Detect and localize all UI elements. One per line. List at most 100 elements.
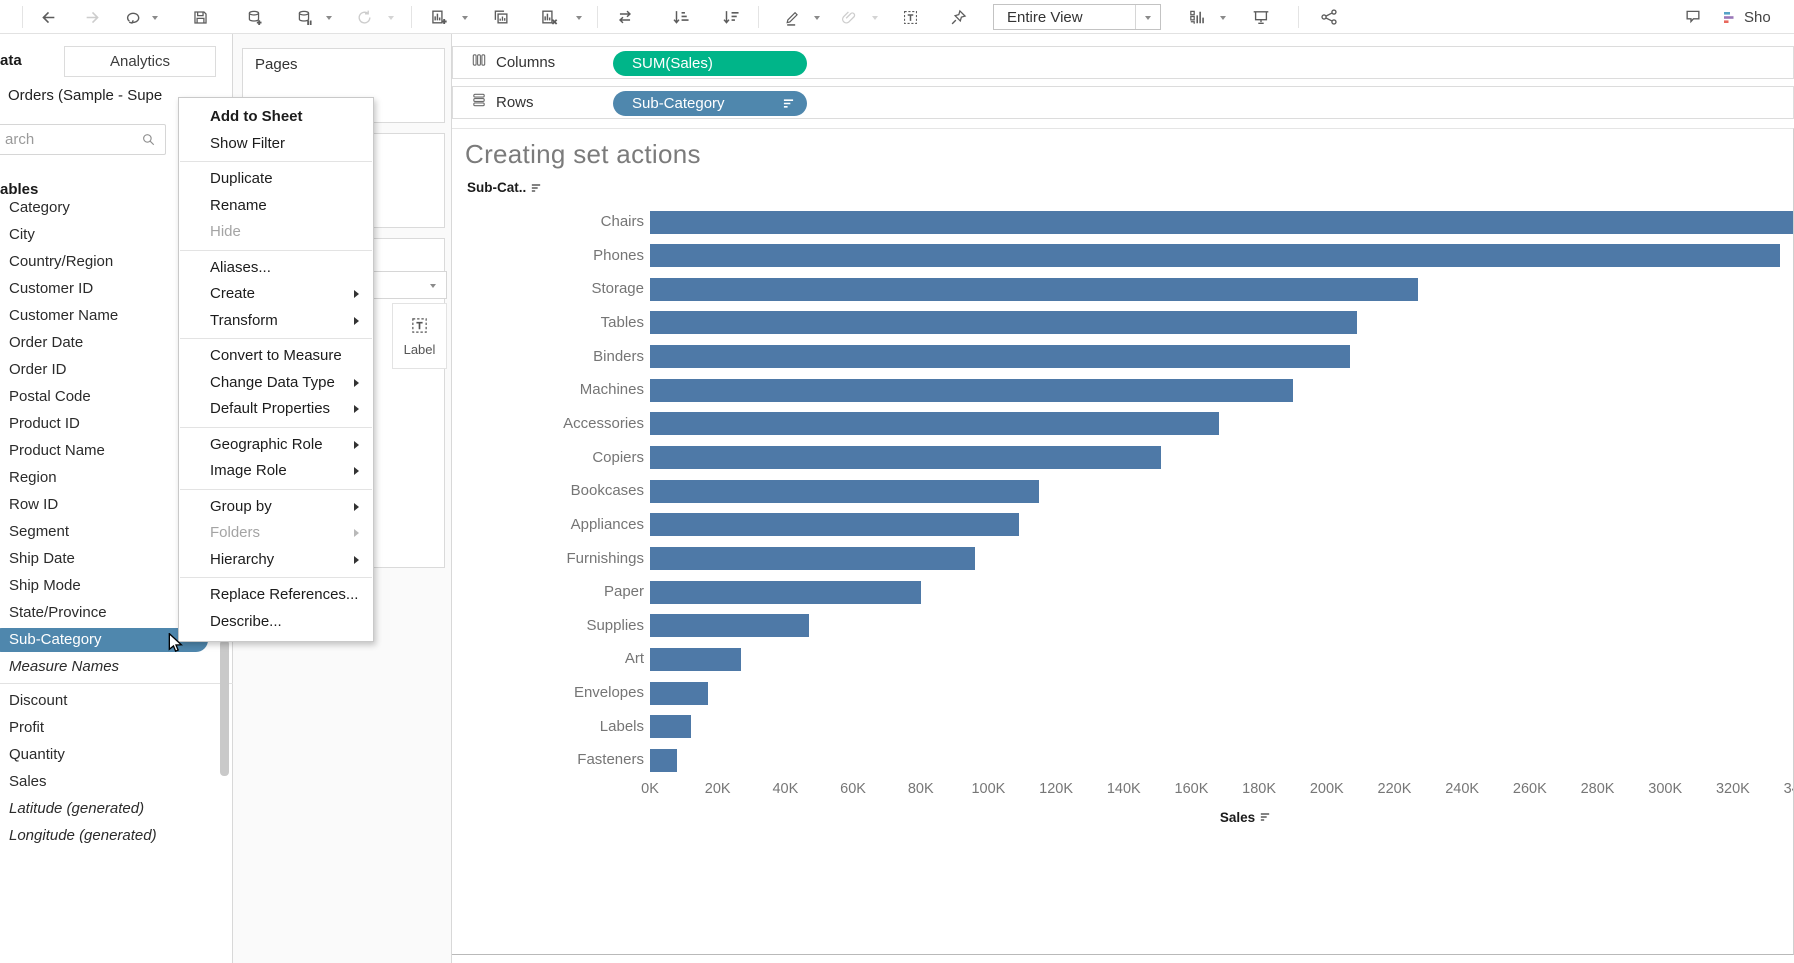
forward-icon[interactable] <box>84 0 101 34</box>
row-label-chairs[interactable]: Chairs <box>452 205 644 239</box>
field-measure-names[interactable]: Measure Names <box>0 653 233 680</box>
bar-accessories[interactable] <box>650 412 1219 435</box>
sort-descending-icon[interactable] <box>722 0 740 34</box>
presentation-mode-icon[interactable] <box>1252 0 1270 34</box>
row-label-bookcases[interactable]: Bookcases <box>452 474 644 508</box>
bar-fasteners[interactable] <box>650 749 677 772</box>
swap-rows-columns-icon[interactable] <box>616 0 634 34</box>
text-label-icon[interactable] <box>902 0 919 34</box>
clear-sheet-icon[interactable] <box>540 0 558 34</box>
menu-item-replace-references[interactable]: Replace References... <box>179 582 373 609</box>
x-axis-title[interactable]: Sales <box>1190 810 1300 825</box>
bar-paper[interactable] <box>650 581 921 604</box>
row-label-binders[interactable]: Binders <box>452 340 644 374</box>
pause-caret-icon[interactable] <box>326 0 332 34</box>
clear-sheet-caret-icon[interactable] <box>576 0 582 34</box>
refresh-data-icon[interactable] <box>356 0 373 34</box>
highlight-caret-icon[interactable] <box>814 0 820 34</box>
share-icon[interactable] <box>1320 0 1338 34</box>
show-me-button[interactable]: Sho <box>1723 0 1771 34</box>
back-icon[interactable] <box>40 0 57 34</box>
column-header[interactable]: Sub-Cat.. <box>467 180 541 195</box>
fit-axes-icon[interactable] <box>1188 0 1206 34</box>
menu-item-change-data-type[interactable]: Change Data Type <box>179 370 373 397</box>
menu-item-create[interactable]: Create <box>179 281 373 308</box>
attach-caret-icon[interactable] <box>872 0 878 34</box>
pause-auto-updates-icon[interactable] <box>296 0 313 34</box>
field-profit[interactable]: Profit <box>0 714 233 741</box>
menu-item-duplicate[interactable]: Duplicate <box>179 166 373 193</box>
row-label-accessories[interactable]: Accessories <box>452 407 644 441</box>
replay-caret-icon[interactable] <box>152 0 158 34</box>
add-data-source-icon[interactable] <box>246 0 263 34</box>
tab-data[interactable]: ata <box>0 52 22 69</box>
bar-copiers[interactable] <box>650 446 1161 469</box>
fit-selector[interactable]: Entire View <box>993 4 1161 30</box>
row-label-labels[interactable]: Labels <box>452 710 644 744</box>
bar-labels[interactable] <box>650 715 691 738</box>
menu-item-describe[interactable]: Describe... <box>179 609 373 636</box>
row-label-storage[interactable]: Storage <box>452 272 644 306</box>
bar-appliances[interactable] <box>650 513 1019 536</box>
row-label-tables[interactable]: Tables <box>452 306 644 340</box>
bar-art[interactable] <box>650 648 741 671</box>
menu-item-transform[interactable]: Transform <box>179 308 373 335</box>
bar-machines[interactable] <box>650 379 1293 402</box>
search-input[interactable]: arch <box>0 124 166 155</box>
field-sales[interactable]: Sales <box>0 768 233 795</box>
column-header-sort-icon[interactable] <box>531 183 541 193</box>
bar-bookcases[interactable] <box>650 480 1039 503</box>
fit-selector-caret-icon[interactable] <box>1135 5 1160 29</box>
menu-item-image-role[interactable]: Image Role <box>179 458 373 485</box>
pill-sub-category[interactable]: Sub-Category <box>613 91 807 116</box>
bar-envelopes[interactable] <box>650 682 708 705</box>
row-label-paper[interactable]: Paper <box>452 575 644 609</box>
new-worksheet-icon[interactable] <box>430 0 448 34</box>
menu-item-show-filter[interactable]: Show Filter <box>179 131 373 158</box>
row-label-phones[interactable]: Phones <box>452 239 644 273</box>
field-latitude-generated-[interactable]: Latitude (generated) <box>0 795 233 822</box>
bar-chairs[interactable] <box>650 211 1794 234</box>
bar-storage[interactable] <box>650 278 1418 301</box>
menu-item-convert-to-measure[interactable]: Convert to Measure <box>179 343 373 370</box>
menu-item-group-by[interactable]: Group by <box>179 494 373 521</box>
menu-item-hide[interactable]: Hide <box>179 219 373 246</box>
row-label-furnishings[interactable]: Furnishings <box>452 542 644 576</box>
fit-axes-caret-icon[interactable] <box>1220 0 1226 34</box>
replay-icon[interactable] <box>126 0 143 34</box>
pin-icon[interactable] <box>950 0 967 34</box>
menu-item-aliases[interactable]: Aliases... <box>179 255 373 282</box>
tooltip-icon[interactable] <box>1684 0 1702 34</box>
rows-shelf[interactable]: Rows Sub-Category <box>452 86 1794 119</box>
refresh-caret-icon[interactable] <box>388 0 394 34</box>
save-icon[interactable] <box>192 0 209 34</box>
bar-tables[interactable] <box>650 311 1357 334</box>
sort-ascending-icon[interactable] <box>672 0 690 34</box>
row-label-copiers[interactable]: Copiers <box>452 441 644 475</box>
menu-item-default-properties[interactable]: Default Properties <box>179 396 373 423</box>
data-source-name[interactable]: Orders (Sample - Supe <box>8 87 162 104</box>
row-label-appliances[interactable]: Appliances <box>452 508 644 542</box>
highlight-icon[interactable] <box>784 0 801 34</box>
field-longitude-generated-[interactable]: Longitude (generated) <box>0 822 233 849</box>
marks-label-button[interactable]: Label <box>392 303 447 369</box>
field-discount[interactable]: Discount <box>0 687 233 714</box>
row-label-machines[interactable]: Machines <box>452 373 644 407</box>
menu-item-geographic-role[interactable]: Geographic Role <box>179 432 373 459</box>
row-label-art[interactable]: Art <box>452 642 644 676</box>
field-quantity[interactable]: Quantity <box>0 741 233 768</box>
tab-analytics[interactable]: Analytics <box>64 46 216 77</box>
attach-icon[interactable] <box>840 0 857 34</box>
menu-item-add-to-sheet[interactable]: Add to Sheet <box>179 104 373 131</box>
bar-phones[interactable] <box>650 244 1780 267</box>
sidebar-scrollbar-thumb[interactable] <box>220 640 229 776</box>
row-label-supplies[interactable]: Supplies <box>452 609 644 643</box>
duplicate-sheet-icon[interactable] <box>492 0 510 34</box>
bar-binders[interactable] <box>650 345 1350 368</box>
pill-sum-sales[interactable]: SUM(Sales) <box>613 51 807 76</box>
menu-item-folders[interactable]: Folders <box>179 520 373 547</box>
menu-item-hierarchy[interactable]: Hierarchy <box>179 547 373 574</box>
row-label-envelopes[interactable]: Envelopes <box>452 676 644 710</box>
menu-item-rename[interactable]: Rename <box>179 193 373 220</box>
new-worksheet-caret-icon[interactable] <box>462 0 468 34</box>
